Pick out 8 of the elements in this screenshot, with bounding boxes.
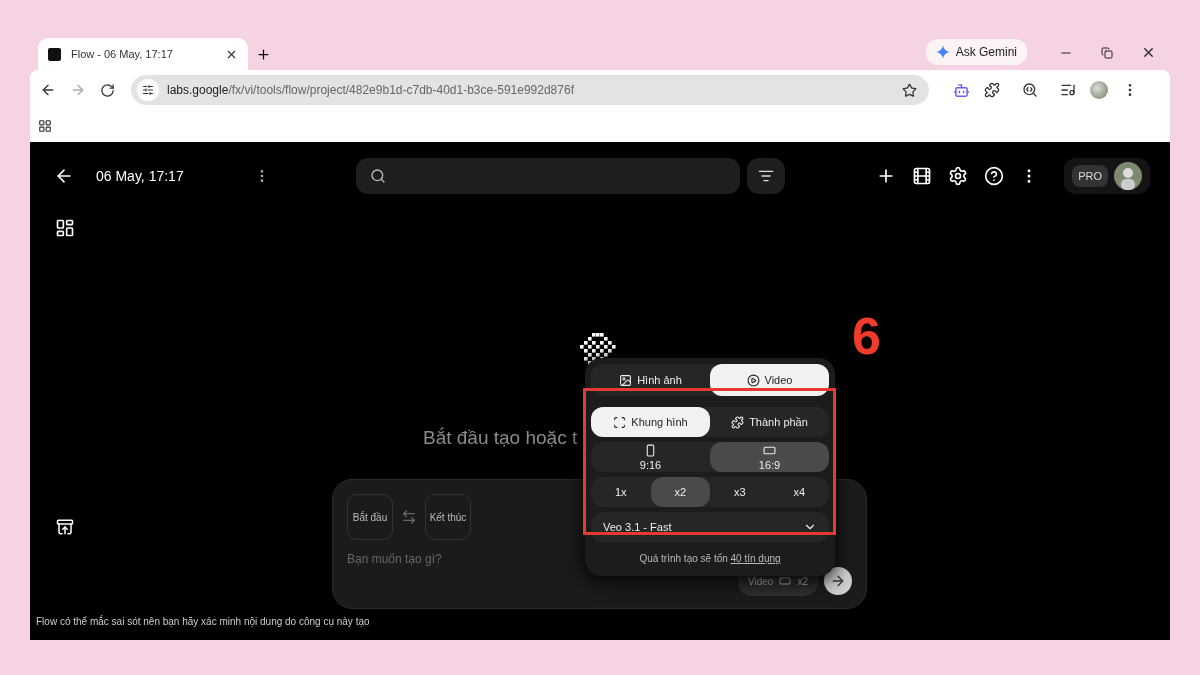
project-title: 06 May, 17:17 — [96, 168, 185, 184]
url-host: labs.google — [167, 83, 229, 97]
step-number: 6 — [852, 310, 881, 362]
cost-note: Quá trình tạo sẽ tốn 40 tín dụng — [638, 553, 782, 564]
url-path: /fx/vi/tools/flow/project/482e9b1d-c7db-40d1-b3ce-591e992d876f — [228, 83, 575, 97]
disclaimer: Flow có thể mắc sai sót nên bạn hãy xác minh nội dung do công cụ này tạo — [35, 616, 371, 629]
plan-badge: PRO — [1072, 165, 1108, 187]
headline: Bắt đầu tạo hoặc t — [423, 427, 578, 449]
